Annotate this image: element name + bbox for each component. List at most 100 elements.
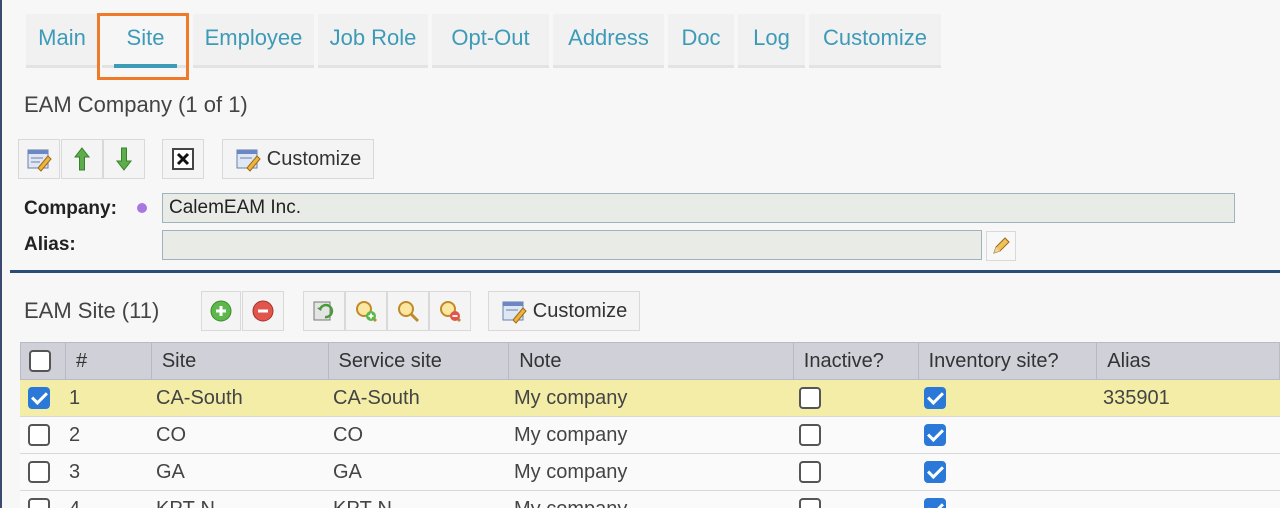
customize-icon xyxy=(502,301,527,324)
cell-inactive xyxy=(794,380,919,416)
table-row[interactable]: 1 CA-South CA-South My company 335901 xyxy=(20,380,1280,417)
cell-inactive xyxy=(794,454,919,490)
tab-label: Opt-Out xyxy=(451,25,530,50)
cell-site: KPT-N xyxy=(151,491,328,508)
cell-inactive xyxy=(794,417,919,453)
col-header-service-site[interactable]: Service site xyxy=(329,343,510,379)
cell-service-site: GA xyxy=(333,460,362,483)
cell-site: GA xyxy=(156,460,185,483)
cell-num: 4 xyxy=(65,491,151,508)
col-header-num[interactable]: # xyxy=(66,343,152,379)
cell-inactive xyxy=(794,491,919,508)
inventory-site-checkbox[interactable] xyxy=(924,461,946,483)
row-select-checkbox[interactable] xyxy=(28,387,50,409)
tab-doc[interactable]: Doc xyxy=(668,14,734,68)
tab-label: Job Role xyxy=(329,25,417,50)
cell-note: My company xyxy=(514,460,628,483)
section-divider xyxy=(10,270,1280,273)
search-clear-button[interactable] xyxy=(429,291,471,331)
row-select-checkbox[interactable] xyxy=(28,498,50,508)
col-header-inventory-site[interactable]: Inventory site? xyxy=(919,343,1098,379)
cell-alias xyxy=(1098,417,1280,453)
tab-site[interactable]: Site xyxy=(102,14,189,68)
inactive-checkbox[interactable] xyxy=(799,498,821,508)
inventory-site-checkbox[interactable] xyxy=(924,387,946,409)
cell-inventory-site xyxy=(919,417,1098,453)
cell-service-site: CO xyxy=(333,423,363,446)
select-all-checkbox[interactable] xyxy=(29,350,51,372)
cell-site: CO xyxy=(156,423,186,446)
inventory-site-checkbox[interactable] xyxy=(924,498,946,508)
customize-label: Customize xyxy=(266,147,362,170)
customize-icon xyxy=(236,149,261,172)
search-clear-icon xyxy=(440,301,462,323)
tab-address[interactable]: Address xyxy=(553,14,664,68)
delete-button[interactable] xyxy=(162,139,204,179)
site-section-title: EAM Site (11) xyxy=(24,298,160,323)
cell-alias xyxy=(1098,491,1280,508)
add-button[interactable] xyxy=(201,291,241,331)
table-row[interactable]: 2 CO CO My company xyxy=(20,417,1280,454)
arrow-down-icon xyxy=(115,147,133,171)
col-header-alias[interactable]: Alias xyxy=(1097,343,1279,379)
table-row[interactable]: 3 GA GA My company xyxy=(20,454,1280,491)
tab-label: Customize xyxy=(823,25,927,50)
site-grid: # Site Service site Note Inactive? Inven… xyxy=(20,342,1280,508)
inactive-checkbox[interactable] xyxy=(799,461,821,483)
grid-header: # Site Service site Note Inactive? Inven… xyxy=(20,342,1280,380)
cell-inventory-site xyxy=(919,491,1098,508)
customize-label: Customize xyxy=(532,299,628,322)
tab-log[interactable]: Log xyxy=(738,14,805,68)
delete-icon xyxy=(172,148,194,170)
cell-site: CA-South xyxy=(156,386,243,409)
remove-button[interactable] xyxy=(242,291,284,331)
tab-label: Site xyxy=(126,25,165,50)
tab-job-role[interactable]: Job Role xyxy=(318,14,428,68)
tab-label: Main xyxy=(38,25,86,50)
move-up-button[interactable] xyxy=(61,139,103,179)
tab-customize[interactable]: Customize xyxy=(809,14,941,68)
alias-edit-button[interactable] xyxy=(986,231,1016,261)
arrow-up-icon xyxy=(73,147,91,171)
tab-main[interactable]: Main xyxy=(26,14,98,68)
add-icon xyxy=(210,300,232,322)
company-customize-button[interactable]: Customize xyxy=(222,139,374,179)
table-row[interactable]: 4KPT-NKPT-NMy company xyxy=(20,491,1280,508)
inactive-checkbox[interactable] xyxy=(799,387,821,409)
company-field[interactable]: CalemEAM Inc. xyxy=(162,193,1235,223)
move-down-button[interactable] xyxy=(103,139,145,179)
edit-form-icon xyxy=(27,149,52,172)
cell-note: My company xyxy=(514,423,628,446)
refresh-button[interactable] xyxy=(303,291,345,331)
select-all-cell xyxy=(21,343,66,379)
cell-num: 3 xyxy=(69,460,81,483)
tab-employee[interactable]: Employee xyxy=(193,14,314,68)
cell-inventory-site xyxy=(919,454,1098,490)
col-header-inactive[interactable]: Inactive? xyxy=(794,343,919,379)
edit-button[interactable] xyxy=(18,139,60,179)
refresh-icon xyxy=(313,301,334,321)
required-indicator xyxy=(137,203,147,213)
tab-label: Address xyxy=(568,25,649,50)
row-select-cell xyxy=(20,417,65,453)
row-select-checkbox[interactable] xyxy=(28,424,50,446)
tab-bar: Main Site Employee Job Role Opt-Out Addr… xyxy=(26,14,945,68)
alias-field[interactable] xyxy=(162,230,982,260)
cell-num: 1 xyxy=(69,386,81,409)
search-button[interactable] xyxy=(387,291,429,331)
cell-num: 2 xyxy=(69,423,81,446)
row-select-cell xyxy=(20,454,65,490)
cell-alias: 335901 xyxy=(1103,386,1170,409)
row-select-checkbox[interactable] xyxy=(28,461,50,483)
site-customize-button[interactable]: Customize xyxy=(488,291,640,331)
inactive-checkbox[interactable] xyxy=(799,424,821,446)
col-header-note[interactable]: Note xyxy=(509,343,794,379)
col-header-site[interactable]: Site xyxy=(152,343,329,379)
grid-body: 1 CA-South CA-South My company 335901 2 CO CO My… xyxy=(20,380,1280,508)
inventory-site-checkbox[interactable] xyxy=(924,424,946,446)
tab-opt-out[interactable]: Opt-Out xyxy=(432,14,549,68)
alias-label: Alias: xyxy=(24,234,76,255)
cell-inventory-site xyxy=(919,380,1098,416)
search-add-button[interactable] xyxy=(345,291,387,331)
cell-note: My company xyxy=(509,491,794,508)
